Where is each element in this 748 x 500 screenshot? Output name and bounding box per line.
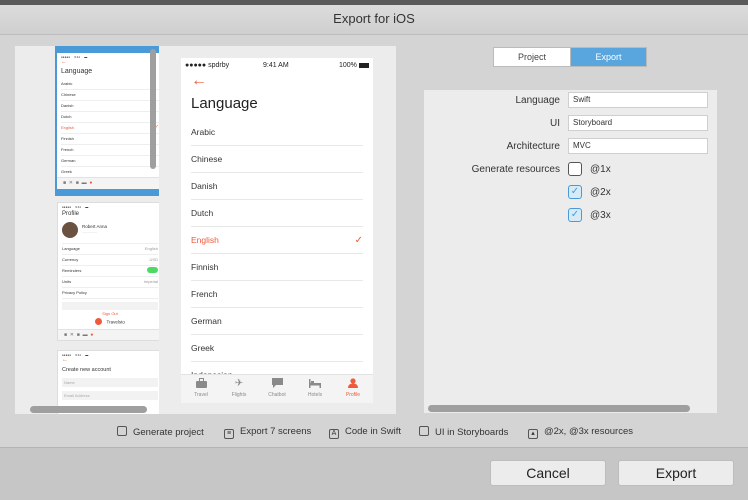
- language-item-danish[interactable]: Danish: [191, 173, 363, 200]
- code-icon: A: [329, 429, 339, 439]
- tab-chatbot[interactable]: Chatbot: [258, 375, 296, 398]
- window-title: Export for iOS: [0, 5, 748, 35]
- language-item-greek[interactable]: Greek: [191, 335, 363, 362]
- profile-icon: [334, 378, 372, 390]
- brand-logo-icon: [95, 318, 103, 326]
- language-field[interactable]: Swift: [568, 92, 708, 108]
- language-item-finnish[interactable]: Finnish: [191, 254, 363, 281]
- architecture-label: Architecture: [506, 141, 560, 152]
- status-time: 9:41 AM: [263, 62, 289, 69]
- thumb-tabbar: ■ ✕ ■ ▬ ●: [57, 177, 159, 189]
- tab-travel[interactable]: Travel: [182, 375, 220, 398]
- screens-icon: ≡: [224, 429, 234, 439]
- thumbnails-horizontal-scrollbar[interactable]: [30, 406, 147, 413]
- image-icon: ▴: [528, 429, 538, 439]
- tab-flights[interactable]: ✈ Flights: [220, 375, 258, 398]
- resource-2x-label: @2x: [590, 187, 611, 198]
- bed-icon: [296, 378, 334, 390]
- thumb-language-title: Language: [61, 68, 93, 75]
- status-carrier: ●●●●● spdrby: [185, 62, 230, 69]
- resource-1x-label: @1x: [590, 164, 611, 175]
- resources-label: Generate resources: [471, 164, 560, 175]
- segment-export[interactable]: Export: [571, 48, 646, 66]
- language-label: Language: [515, 95, 561, 106]
- back-arrow-icon[interactable]: ←: [191, 72, 207, 90]
- architecture-field[interactable]: MVC: [568, 138, 708, 154]
- document-icon: [419, 426, 429, 436]
- status-battery: 100%: [339, 62, 357, 69]
- project-icon: [117, 426, 127, 436]
- thumbnail-language[interactable]: ●●●●● 9:41 ▬ ← Language Arabic Chinese D…: [57, 53, 159, 189]
- summary-ui: UI in Storyboards: [419, 426, 508, 438]
- phone-preview: ●●●●● spdrby 9:41 AM 100% ← Language Ara…: [181, 58, 373, 403]
- language-item-dutch[interactable]: Dutch: [191, 200, 363, 227]
- phone-tabbar: Travel ✈ Flights Chatbot Hotels Profile: [181, 374, 373, 403]
- thumb-profile-title: Profile: [62, 211, 80, 217]
- phone-page-title: Language: [191, 95, 258, 112]
- summary-generate-project: Generate project: [117, 426, 204, 438]
- summary-code: A Code in Swift: [329, 426, 401, 439]
- language-item-german[interactable]: German: [191, 308, 363, 335]
- ui-field[interactable]: Storyboard: [568, 115, 708, 131]
- settings-horizontal-scrollbar[interactable]: [428, 405, 690, 412]
- checkmark-icon: ✓: [354, 235, 363, 246]
- language-item-chinese[interactable]: Chinese: [191, 146, 363, 173]
- thumbnail-profile[interactable]: ●●●●● 9:41 ▬ Profile Robert Anna ⋯⋯⋯⋯⋯ L…: [57, 202, 159, 341]
- screen-thumbnails[interactable]: ●●●●● 9:41 ▬ ← Language Arabic Chinese D…: [15, 46, 159, 414]
- battery-icon: [358, 62, 369, 68]
- segment-project[interactable]: Project: [494, 48, 571, 66]
- resource-3x-checkbox[interactable]: ✓: [568, 208, 582, 222]
- language-item-french[interactable]: French: [191, 281, 363, 308]
- resource-2x-checkbox[interactable]: ✓: [568, 185, 582, 199]
- tab-hotels[interactable]: Hotels: [296, 375, 334, 398]
- language-item-arabic[interactable]: Arabic: [191, 119, 363, 146]
- mode-segmented-control: Project Export: [493, 47, 647, 67]
- tab-profile[interactable]: Profile: [334, 375, 372, 398]
- resource-1x-checkbox[interactable]: [568, 162, 582, 176]
- summary-export-screens: ≡ Export 7 screens: [224, 426, 311, 439]
- reminders-toggle: [147, 267, 158, 273]
- thumbnails-vertical-scrollbar[interactable]: [150, 49, 156, 169]
- avatar: [62, 222, 78, 238]
- chat-icon: [258, 378, 296, 390]
- summary-resources: ▴ @2x, @3x resources: [528, 426, 633, 439]
- ui-label: UI: [550, 118, 560, 129]
- resource-3x-label: @3x: [590, 210, 611, 221]
- plane-icon: ✈: [234, 378, 244, 389]
- suitcase-icon: [182, 378, 220, 390]
- language-item-english[interactable]: English ✓: [191, 227, 363, 254]
- export-button[interactable]: Export: [618, 460, 734, 486]
- thumbnail-create-account[interactable]: ●●●●● 9:41 ▬ ← Create new account Name E…: [57, 350, 159, 414]
- cancel-button[interactable]: Cancel: [490, 460, 606, 486]
